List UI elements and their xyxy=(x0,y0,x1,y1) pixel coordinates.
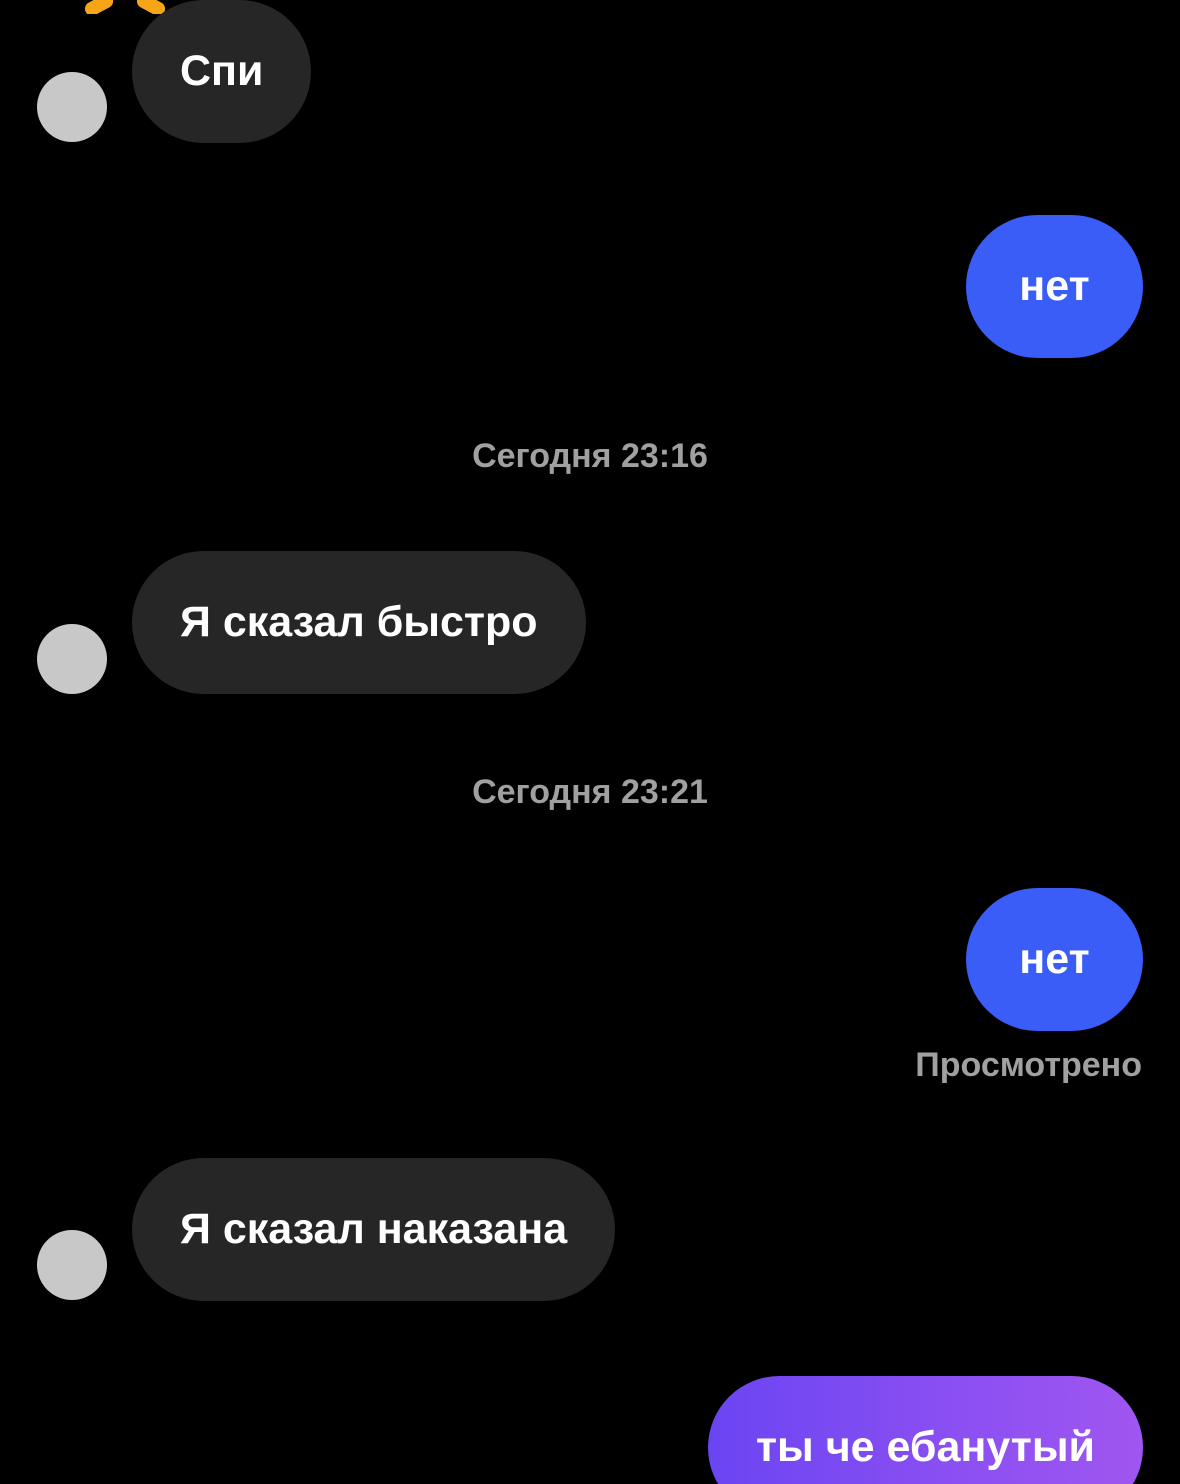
message-timestamp: Сегодня 23:21 xyxy=(472,773,708,811)
chat-thread: Спи нет Сегодня 23:16 Я сказал быстро Се… xyxy=(0,0,1180,1484)
outgoing-message-bubble[interactable]: нет xyxy=(966,215,1143,358)
message-text: Я сказал наказана xyxy=(180,1205,568,1253)
message-text: Спи xyxy=(180,47,264,95)
reaction-emoji-icon xyxy=(78,0,174,14)
sender-avatar[interactable] xyxy=(37,624,107,694)
message-text: нет xyxy=(1019,262,1090,310)
message-text: ты че ебанутый xyxy=(755,1423,1095,1471)
sender-avatar[interactable] xyxy=(37,1230,107,1300)
message-text: Я сказал быстро xyxy=(180,598,538,646)
incoming-message-bubble[interactable]: Я сказал быстро xyxy=(132,551,586,694)
incoming-message-bubble[interactable]: Я сказал наказана xyxy=(132,1158,616,1301)
outgoing-message-bubble[interactable]: нет xyxy=(966,888,1143,1031)
seen-status: Просмотрено xyxy=(915,1046,1142,1084)
outgoing-message-bubble[interactable]: ты че ебанутый xyxy=(707,1376,1143,1484)
sender-avatar[interactable] xyxy=(37,72,107,142)
incoming-message-bubble[interactable]: Спи xyxy=(132,0,312,143)
message-text: нет xyxy=(1019,935,1090,983)
message-timestamp: Сегодня 23:16 xyxy=(472,437,708,475)
